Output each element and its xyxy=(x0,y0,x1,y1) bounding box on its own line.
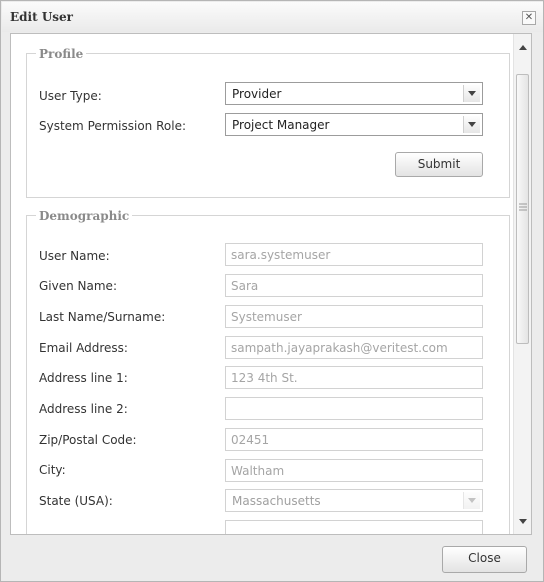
address2-label: Address line 2: xyxy=(39,402,128,416)
state-select[interactable]: Massachusetts xyxy=(225,489,483,512)
user-type-value: Provider xyxy=(232,87,282,101)
address2-field[interactable] xyxy=(225,397,483,420)
profile-legend: Profile xyxy=(36,47,87,61)
chevron-down-icon[interactable] xyxy=(463,116,480,133)
city-field[interactable]: Waltham xyxy=(225,459,483,482)
state-label: State (USA): xyxy=(39,494,113,508)
role-label: System Permission Role: xyxy=(39,119,186,133)
title-bar[interactable]: Edit User ✕ xyxy=(2,2,543,32)
submit-button[interactable]: Submit xyxy=(395,152,483,177)
user-type-label: User Type: xyxy=(39,89,102,103)
user-name-field[interactable]: sara.systemuser xyxy=(225,243,483,266)
surname-label: Last Name/Surname: xyxy=(39,310,166,324)
close-x-icon[interactable]: ✕ xyxy=(522,11,536,25)
edit-user-dialog: Edit User ✕ Profile User Type: Provider … xyxy=(0,0,544,582)
zip-label: Zip/Postal Code: xyxy=(39,433,137,447)
grip-icon xyxy=(519,203,527,211)
surname-field[interactable]: Systemuser xyxy=(225,305,483,328)
email-label: Email Address: xyxy=(39,341,128,355)
dialog-content: Profile User Type: Provider System Permi… xyxy=(10,33,532,535)
user-type-select[interactable]: Provider xyxy=(225,82,483,105)
address1-field[interactable]: 123 4th St. xyxy=(225,366,483,389)
demographic-legend: Demographic xyxy=(36,209,133,223)
arrow-up-icon[interactable] xyxy=(514,38,531,56)
user-name-label: User Name: xyxy=(39,249,110,263)
close-button[interactable]: Close xyxy=(442,546,527,573)
role-select[interactable]: Project Manager xyxy=(225,113,483,136)
state-value: Massachusetts xyxy=(232,494,321,508)
role-value: Project Manager xyxy=(232,118,330,132)
arrow-down-icon[interactable] xyxy=(514,512,531,530)
scrollbar-thumb[interactable] xyxy=(516,74,529,344)
next-field-partial[interactable] xyxy=(225,520,483,534)
email-field[interactable]: sampath.jayaprakash@veritest.com xyxy=(225,336,483,359)
vertical-scrollbar[interactable] xyxy=(513,34,531,534)
chevron-down-icon[interactable] xyxy=(463,492,480,509)
zip-field[interactable]: 02451 xyxy=(225,428,483,451)
address1-label: Address line 1: xyxy=(39,371,128,385)
dialog-title: Edit User xyxy=(10,10,73,24)
given-name-field[interactable]: Sara xyxy=(225,274,483,297)
chevron-down-icon[interactable] xyxy=(463,85,480,102)
given-name-label: Given Name: xyxy=(39,279,117,293)
city-label: City: xyxy=(39,463,66,477)
